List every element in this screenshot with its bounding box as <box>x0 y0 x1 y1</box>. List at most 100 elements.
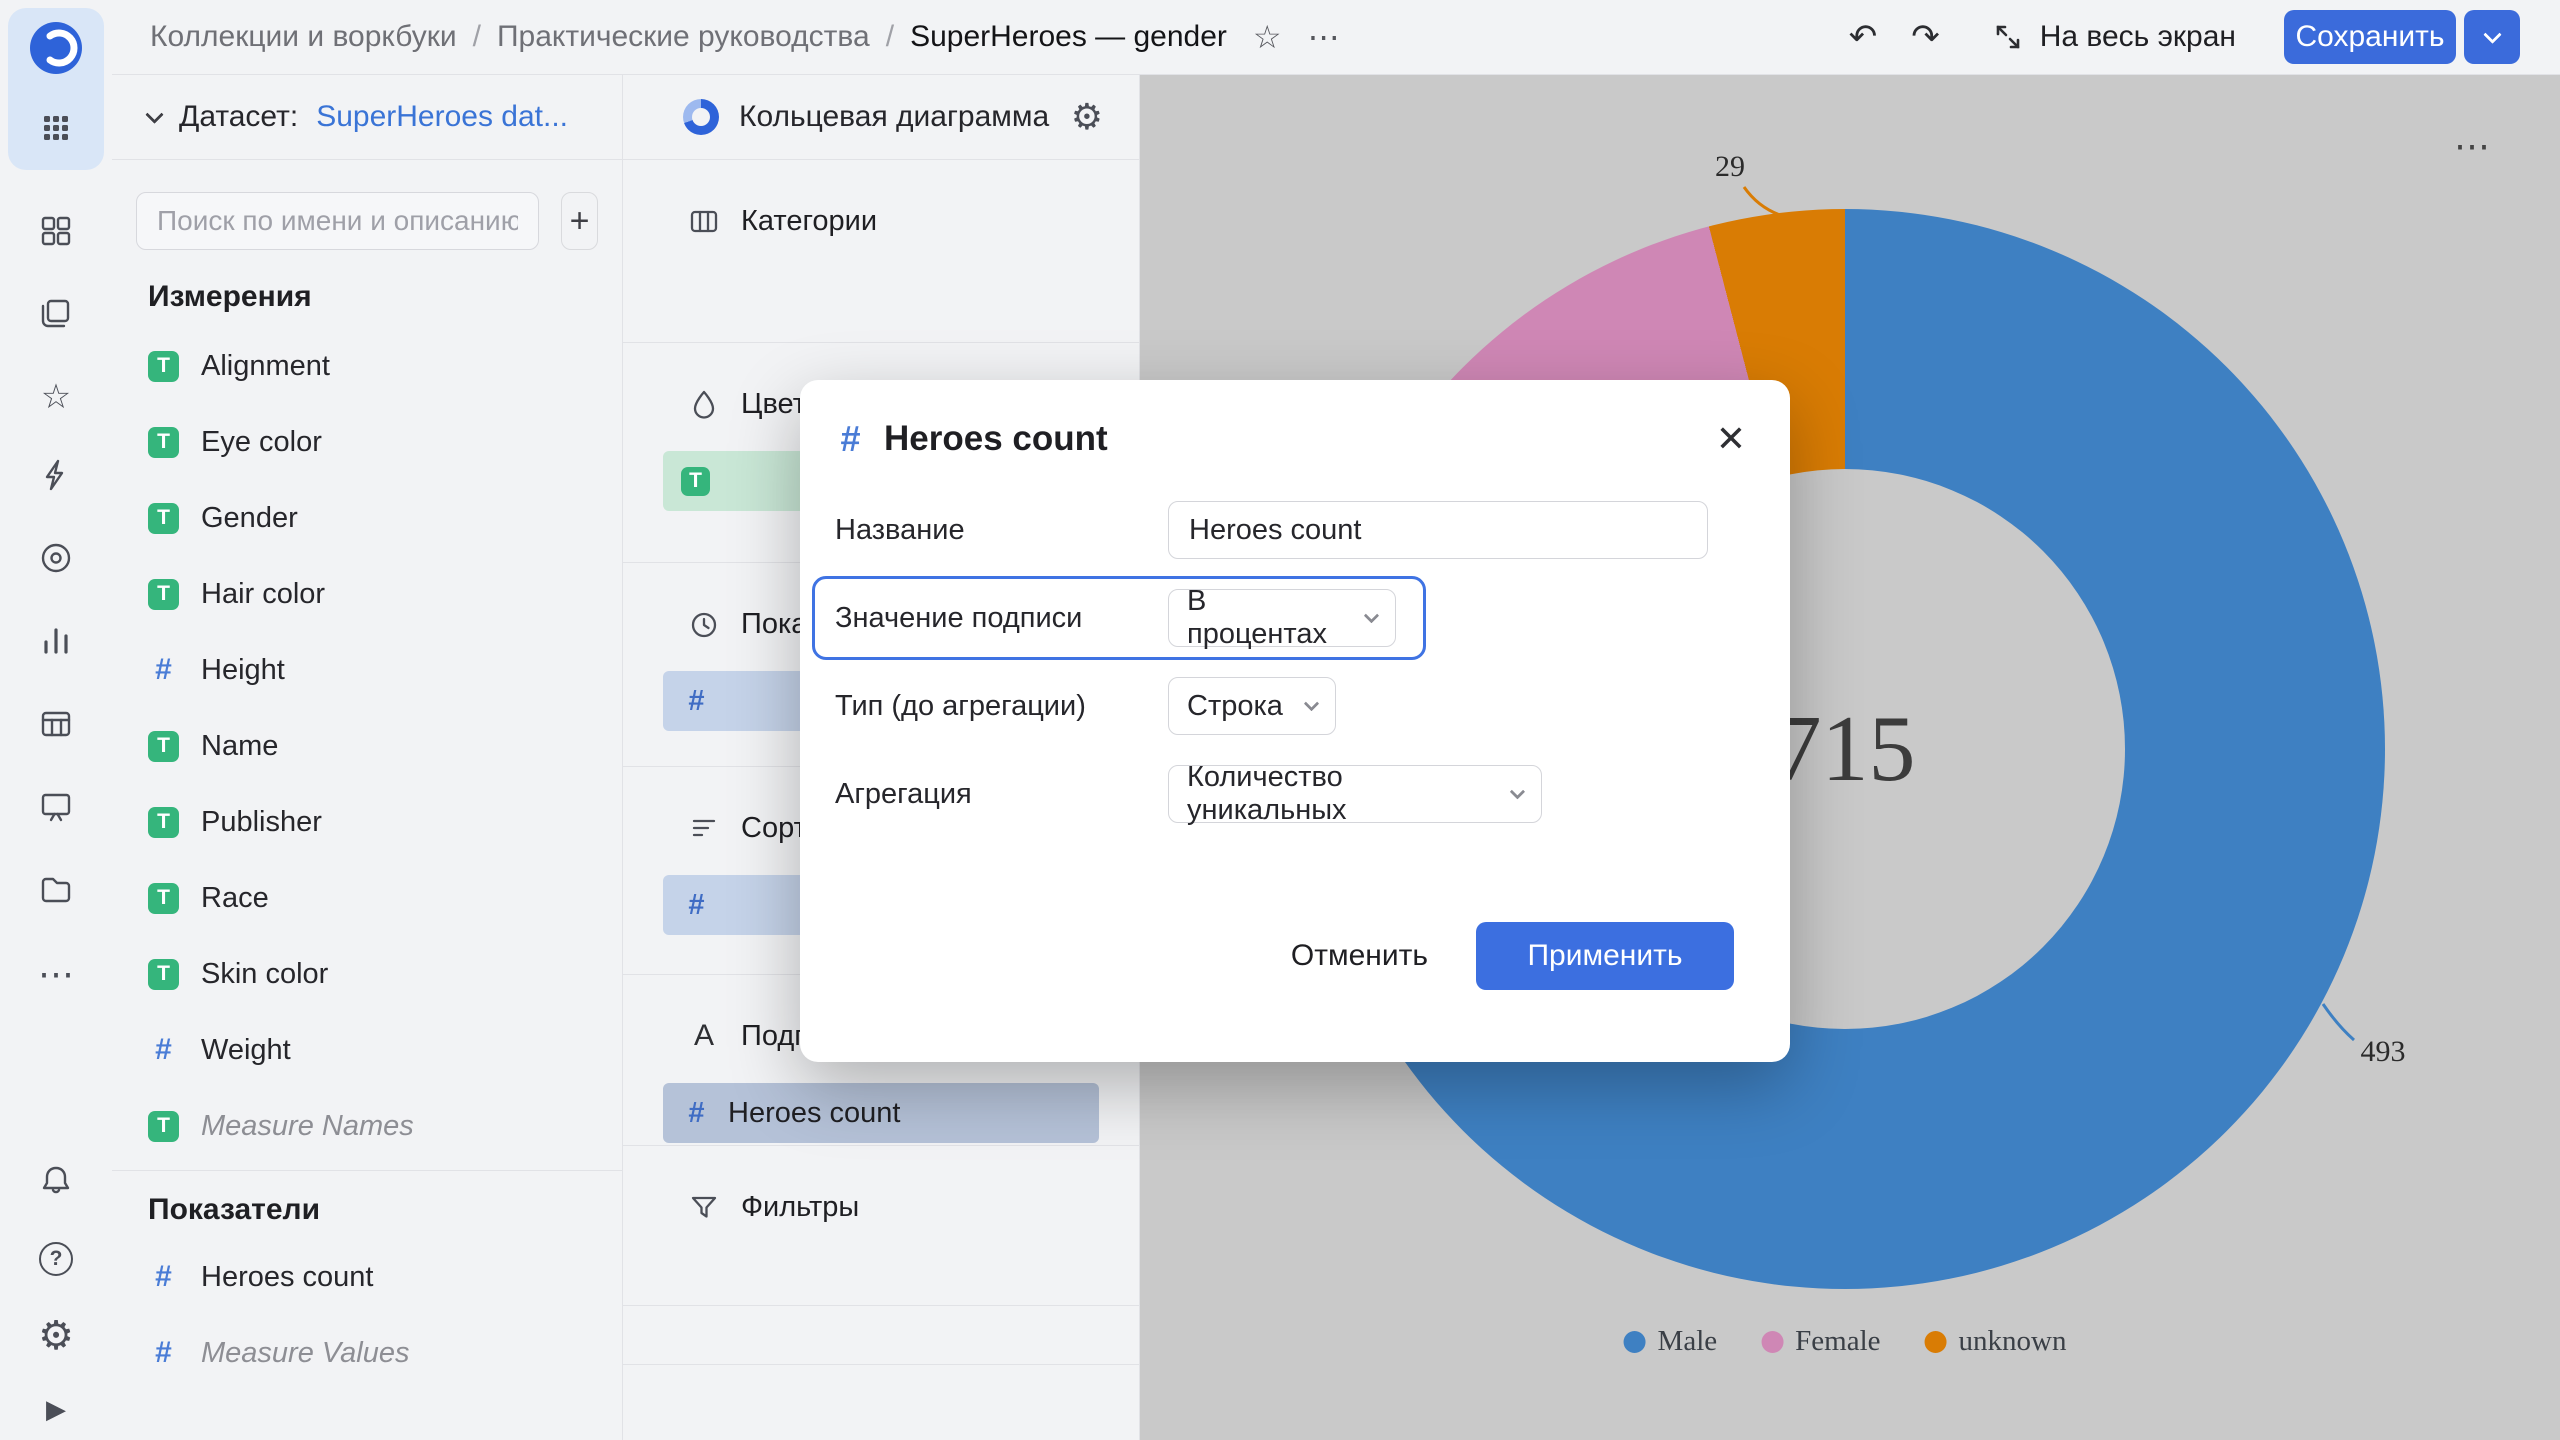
aggregation-field-label: Агрегация <box>835 778 1168 811</box>
files-icon[interactable] <box>39 873 73 912</box>
field-skin-color[interactable]: TSkin color <box>112 936 622 1012</box>
type-select[interactable]: Строка <box>1168 677 1336 735</box>
field-alignment[interactable]: TAlignment <box>112 328 622 404</box>
string-type-icon: T <box>148 731 179 762</box>
field-name[interactable]: TName <box>112 708 622 784</box>
label-value-select[interactable]: В процентах <box>1168 589 1396 647</box>
sort-icon <box>689 813 719 843</box>
more-services-icon[interactable]: ⋯ <box>38 956 74 992</box>
breadcrumb-separator: / <box>886 20 894 54</box>
columns-icon <box>689 206 719 236</box>
close-icon[interactable]: ✕ <box>1716 418 1746 460</box>
dimensions-title: Измерения <box>148 280 586 314</box>
chip-label: Heroes count <box>728 1097 901 1130</box>
favorites-icon[interactable]: ☆ <box>41 380 71 414</box>
legend-swatch <box>1925 1331 1947 1353</box>
collapse-chevron-icon[interactable] <box>145 105 163 123</box>
label-value-field-label: Значение подписи <box>835 602 1168 635</box>
field-measure-names[interactable]: TMeasure Names <box>112 1088 622 1164</box>
search-input[interactable] <box>136 192 539 250</box>
field-label: Publisher <box>201 806 322 839</box>
field-race[interactable]: T Race <box>112 860 622 936</box>
chevron-down-icon <box>1510 783 1525 798</box>
field-label: Measure Names <box>201 1110 414 1143</box>
tables-icon[interactable] <box>39 707 73 746</box>
datalens-logo[interactable] <box>30 22 82 79</box>
section-categories: Категории <box>623 160 1139 343</box>
charts-icon[interactable] <box>39 624 73 663</box>
field-heroes-count[interactable]: #Heroes count <box>112 1239 622 1315</box>
string-type-icon: T <box>148 579 179 610</box>
fullscreen-button[interactable]: На весь экран <box>1992 20 2236 54</box>
chart-legend: Male Female unknown <box>1624 1325 2067 1358</box>
funnel-icon <box>689 1192 719 1222</box>
settings-icon[interactable]: ⚙ <box>38 1316 74 1356</box>
donut-center-total: 715 <box>1775 695 1916 803</box>
callout-line-male <box>2323 1004 2354 1040</box>
collections-icon[interactable] <box>39 297 73 336</box>
dialog-title: Heroes count <box>884 419 1108 459</box>
field-settings-dialog: # Heroes count ✕ Название Значение подпи… <box>800 380 1790 1062</box>
section-empty <box>623 1306 1139 1365</box>
save-options-button[interactable] <box>2464 10 2520 64</box>
breadcrumb-separator: / <box>473 20 481 54</box>
data-label-unknown: 29 <box>1715 150 1745 184</box>
section-divider <box>112 1170 622 1171</box>
string-type-icon: T <box>148 351 179 382</box>
field-hair-color[interactable]: THair color <box>112 556 622 632</box>
donut-chart-type-icon[interactable] <box>683 99 719 135</box>
cancel-button[interactable]: Отменить <box>1291 939 1428 973</box>
string-type-icon: T <box>148 427 179 458</box>
aggregation-select[interactable]: Количество уникальных <box>1168 765 1542 823</box>
quick-actions-icon[interactable] <box>39 458 73 497</box>
legend-item-unknown[interactable]: unknown <box>1925 1325 2067 1358</box>
breadcrumb-guides[interactable]: Практические руководства <box>497 20 870 54</box>
more-menu-icon[interactable]: ⋯ <box>1308 18 1340 56</box>
field-label: Race <box>201 882 269 915</box>
favorite-star-icon[interactable]: ☆ <box>1253 18 1282 56</box>
undo-icon[interactable]: ↶ <box>1849 17 1878 57</box>
field-weight[interactable]: # Weight <box>112 1012 622 1088</box>
breadcrumb: Коллекции и воркбуки / Практические руко… <box>150 20 1227 54</box>
legend-swatch <box>1761 1331 1783 1353</box>
breadcrumb-collections[interactable]: Коллекции и воркбуки <box>150 20 457 54</box>
chevron-down-icon <box>1364 607 1379 622</box>
name-input[interactable] <box>1168 501 1708 559</box>
data-label-male: 493 <box>2361 1035 2406 1069</box>
dataset-link[interactable]: SuperHeroes dat... <box>316 100 568 134</box>
field-label: Measure Values <box>201 1337 409 1370</box>
apply-button[interactable]: Применить <box>1476 922 1734 990</box>
run-icon[interactable]: ▶ <box>46 1396 66 1422</box>
field-gender[interactable]: TGender <box>112 480 622 556</box>
legend-item-female[interactable]: Female <box>1761 1325 1880 1358</box>
chart-more-menu-icon[interactable]: ⋯ <box>2454 125 2490 167</box>
field-measure-values[interactable]: #Measure Values <box>112 1315 622 1391</box>
help-icon[interactable]: ? <box>39 1242 73 1276</box>
add-field-button[interactable]: + <box>561 192 598 250</box>
field-publisher[interactable]: TPublisher <box>112 784 622 860</box>
records-icon[interactable] <box>39 541 73 580</box>
select-value: В процентах <box>1187 585 1352 651</box>
type-field-label: Тип (до агрегации) <box>835 690 1168 723</box>
notifications-icon[interactable] <box>39 1163 73 1202</box>
highlighted-row: Значение подписи В процентах <box>812 576 1426 660</box>
string-type-icon: T <box>148 883 179 914</box>
field-label: Weight <box>201 1034 291 1067</box>
name-field-label: Название <box>835 514 1168 547</box>
field-height[interactable]: #Height <box>112 632 622 708</box>
labels-field-chip[interactable]: #Heroes count <box>663 1083 1099 1143</box>
chart-settings-gear-icon[interactable]: ⚙ <box>1071 99 1103 135</box>
number-type-icon: # <box>148 1033 179 1067</box>
legend-item-male[interactable]: Male <box>1624 1325 1718 1358</box>
redo-icon[interactable]: ↷ <box>1911 17 1940 57</box>
apps-grid-icon[interactable] <box>39 111 73 150</box>
save-button[interactable]: Сохранить <box>2284 10 2456 64</box>
select-value: Строка <box>1187 690 1283 723</box>
widgets-icon[interactable] <box>39 214 73 253</box>
chevron-down-icon <box>1304 695 1320 711</box>
dashboards-icon[interactable] <box>39 790 73 829</box>
number-type-icon: # <box>681 889 712 922</box>
string-type-icon: T <box>681 467 710 496</box>
field-label: Skin color <box>201 958 328 991</box>
field-eye-color[interactable]: TEye color <box>112 404 622 480</box>
